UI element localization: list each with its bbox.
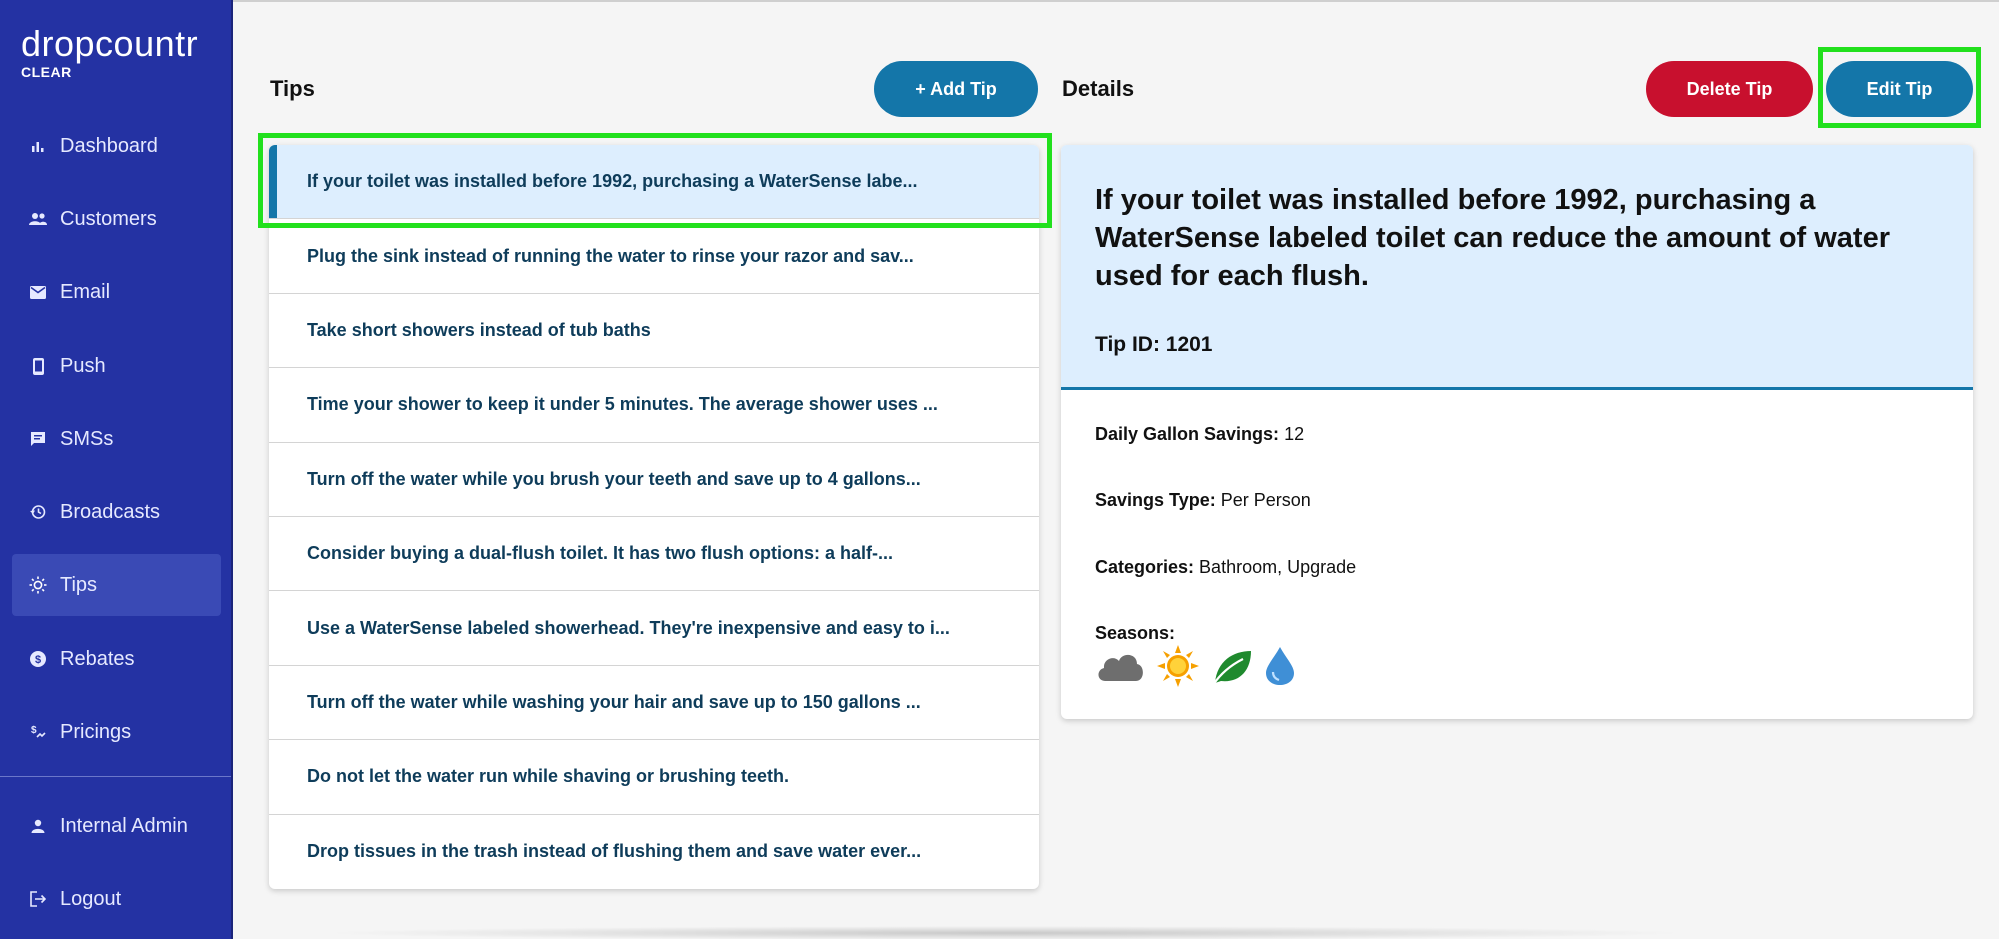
cloud-icon bbox=[1095, 649, 1145, 688]
delete-tip-button[interactable]: Delete Tip bbox=[1646, 61, 1813, 117]
svg-text:$: $ bbox=[31, 725, 37, 736]
sidebar-item-label: Rebates bbox=[60, 647, 135, 670]
pricing-icon: $ bbox=[28, 722, 48, 742]
sidebar-item-rebates[interactable]: $ Rebates bbox=[12, 628, 221, 690]
sidebar-item-label: Internal Admin bbox=[60, 814, 188, 837]
savings-type: Savings Type: Per Person bbox=[1095, 490, 1311, 511]
chat-icon bbox=[28, 429, 48, 449]
sidebar: dropcountr CLEAR Dashboard Customers Ema… bbox=[0, 0, 233, 939]
sidebar-item-label: Email bbox=[60, 280, 111, 303]
tip-id: Tip ID: 1201 bbox=[1095, 333, 1213, 356]
brand-subtitle: CLEAR bbox=[21, 64, 72, 80]
details-title: Details bbox=[1062, 76, 1135, 101]
sun-icon bbox=[28, 575, 48, 595]
tips-list: If your toilet was installed before 1992… bbox=[269, 145, 1039, 889]
season-icons bbox=[1095, 645, 1295, 692]
sidebar-item-logout[interactable]: Logout bbox=[12, 868, 221, 930]
sidebar-item-email[interactable]: Email bbox=[12, 261, 221, 323]
sidebar-item-customers[interactable]: Customers bbox=[12, 188, 221, 250]
sidebar-item-pricings[interactable]: $ Pricings bbox=[12, 701, 221, 763]
tip-details-title: If your toilet was installed before 1992… bbox=[1095, 184, 1891, 292]
savings-type-label: Savings Type: bbox=[1095, 490, 1216, 510]
sidebar-item-tips[interactable]: Tips bbox=[12, 554, 221, 616]
leaf-icon bbox=[1211, 647, 1253, 690]
sidebar-item-label: Customers bbox=[60, 207, 157, 230]
categories-value: Bathroom, Upgrade bbox=[1199, 557, 1357, 577]
sidebar-item-label: Dashboard bbox=[60, 134, 158, 157]
envelope-icon bbox=[28, 282, 48, 302]
seasons-label: Seasons: bbox=[1095, 623, 1176, 643]
tip-list-item[interactable]: Time your shower to keep it under 5 minu… bbox=[269, 368, 1039, 443]
tip-list-item-selected[interactable]: If your toilet was installed before 1992… bbox=[269, 145, 1039, 220]
tip-details-header: If your toilet was installed before 1992… bbox=[1061, 145, 1973, 390]
seasons: Seasons: bbox=[1095, 623, 1175, 644]
daily-gallon-savings-label: Daily Gallon Savings: bbox=[1095, 424, 1280, 444]
history-icon bbox=[28, 502, 48, 522]
sidebar-item-label: Broadcasts bbox=[60, 500, 161, 523]
tip-list-item[interactable]: Plug the sink instead of running the wat… bbox=[269, 219, 1039, 294]
person-icon bbox=[28, 816, 48, 836]
bar-chart-icon bbox=[28, 136, 48, 156]
daily-gallon-savings-value: 12 bbox=[1284, 424, 1305, 444]
sidebar-item-smss[interactable]: SMSs bbox=[12, 408, 221, 470]
add-tip-button[interactable]: + Add Tip bbox=[874, 61, 1038, 117]
brand-name: dropcountr bbox=[21, 23, 199, 64]
tips-title: Tips bbox=[270, 76, 315, 101]
sidebar-item-broadcasts[interactable]: Broadcasts bbox=[12, 481, 221, 543]
sidebar-item-label: Logout bbox=[60, 887, 122, 910]
water-drop-icon bbox=[1265, 646, 1295, 691]
tip-list-item[interactable]: Drop tissues in the trash instead of flu… bbox=[269, 815, 1039, 889]
tip-list-item[interactable]: Consider buying a dual-flush toilet. It … bbox=[269, 517, 1039, 592]
sidebar-item-label: SMSs bbox=[60, 427, 114, 450]
sidebar-item-dashboard[interactable]: Dashboard bbox=[12, 115, 221, 177]
svg-text:$: $ bbox=[35, 654, 41, 666]
sidebar-item-label: Tips bbox=[60, 573, 98, 596]
phone-icon bbox=[28, 356, 48, 376]
sidebar-item-internal-admin[interactable]: Internal Admin bbox=[12, 795, 221, 857]
categories: Categories: Bathroom, Upgrade bbox=[1095, 557, 1356, 578]
savings-type-value: Per Person bbox=[1220, 490, 1311, 510]
tip-list-item[interactable]: Use a WaterSense labeled showerhead. The… bbox=[269, 591, 1039, 666]
brand-logo: dropcountr CLEAR bbox=[21, 23, 199, 81]
dollar-icon: $ bbox=[28, 649, 48, 669]
daily-gallon-savings: Daily Gallon Savings: 12 bbox=[1095, 424, 1304, 445]
categories-label: Categories: bbox=[1095, 557, 1195, 577]
tip-list-item[interactable]: Do not let the water run while shaving o… bbox=[269, 740, 1039, 815]
sidebar-item-label: Pricings bbox=[60, 720, 132, 743]
sun-icon bbox=[1157, 645, 1199, 692]
sidebar-divider bbox=[0, 776, 231, 777]
people-icon bbox=[28, 209, 48, 229]
tip-list-item[interactable]: Turn off the water while you brush your … bbox=[269, 443, 1039, 517]
edit-tip-button[interactable]: Edit Tip bbox=[1826, 61, 1973, 117]
tip-list-item[interactable]: Turn off the water while washing your ha… bbox=[269, 666, 1039, 741]
sidebar-item-push[interactable]: Push bbox=[12, 335, 221, 397]
top-border bbox=[233, 0, 1999, 2]
tip-details-card: If your toilet was installed before 1992… bbox=[1061, 145, 1973, 719]
bottom-shadow bbox=[320, 926, 1690, 939]
sidebar-item-label: Push bbox=[60, 354, 106, 377]
tip-list-item[interactable]: Take short showers instead of tub baths bbox=[269, 294, 1039, 369]
logout-icon bbox=[28, 889, 48, 909]
